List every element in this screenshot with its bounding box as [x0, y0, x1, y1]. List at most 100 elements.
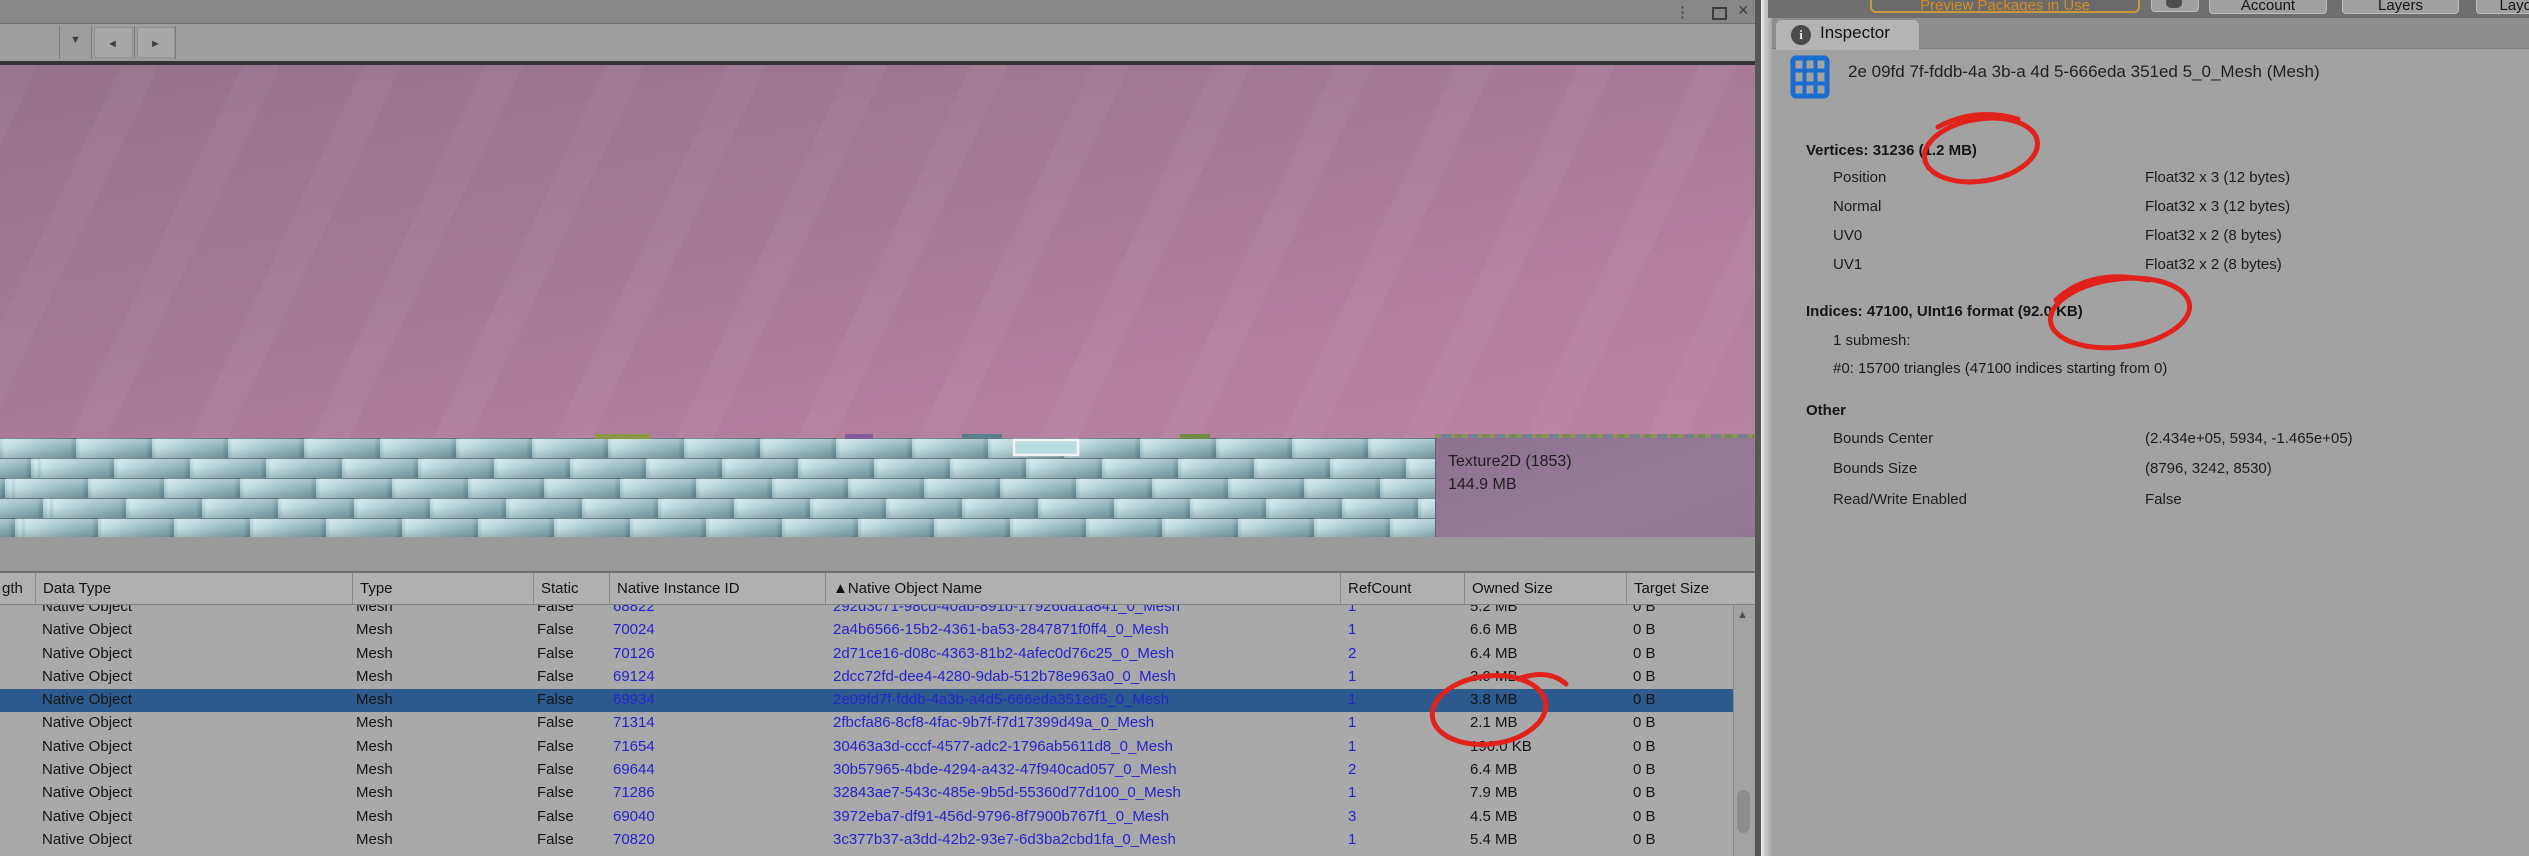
instance-id-link[interactable]: 70126: [613, 645, 818, 662]
texture2d-block-label: Texture2D (1853) 144.9 MB: [1448, 453, 1572, 493]
cloud-account-icon-button[interactable]: [2151, 0, 2199, 12]
table-row[interactable]: Native Object Mesh False 71314 2fbcfa86-…: [0, 712, 1733, 735]
kebab-menu-icon[interactable]: ⋮: [1675, 3, 1690, 23]
cell-ref-count: 2: [1348, 644, 1357, 662]
object-name-link[interactable]: 2d71ce16-d08c-4363-81b2-4afec0d76c25_0_M…: [833, 645, 1333, 662]
layout-button-label: Layout: [2499, 0, 2529, 14]
cell-data-type: Native Object: [42, 667, 133, 685]
instance-id-link[interactable]: 71314: [613, 714, 818, 731]
column-header[interactable]: Static: [533, 573, 609, 604]
layout-button[interactable]: Layout: [2476, 0, 2529, 14]
cell-ref-count: 1: [1348, 691, 1357, 709]
cell-owned-size: 3.9 MB: [1470, 667, 1518, 685]
cell-type: Mesh: [356, 761, 393, 779]
panel-splitter[interactable]: [1761, 0, 1772, 856]
table-row[interactable]: Native Object Mesh False 70820 3c377b37-…: [0, 829, 1733, 852]
object-name-link[interactable]: 3c377b37-a3dd-42b2-93e7-6d3ba2cbd1fa_0_M…: [833, 831, 1333, 848]
inspector-mesh-title: 2e 09fd 7f-fddb-4a 3b-a 4d 5-666eda 351e…: [1848, 62, 2320, 81]
kv-label: Normal: [1833, 198, 1882, 215]
column-header[interactable]: RefCount: [1340, 573, 1464, 604]
cell-target-size: 0 B: [1633, 714, 1656, 732]
table-row[interactable]: Native Object Mesh False 69644 30b57965-…: [0, 759, 1733, 782]
cell-owned-size: 6.4 MB: [1470, 761, 1518, 779]
cell-type: Mesh: [356, 830, 393, 848]
cell-data-type: Native Object: [42, 644, 133, 662]
object-name-link[interactable]: 30463a3d-cccf-4577-adc2-1796ab5611d8_0_M…: [833, 738, 1333, 755]
column-header[interactable]: Owned Size: [1464, 573, 1626, 604]
cell-target-size: 0 B: [1633, 784, 1656, 802]
table-row[interactable]: Native Object Mesh False 70024 2a4b6566-…: [0, 619, 1733, 642]
object-name-link[interactable]: 32843ae7-543c-485e-9b5d-55360d77d100_0_M…: [833, 784, 1333, 801]
memory-treemap-canvas[interactable]: Texture2D (1853) 144.9 MB: [0, 65, 1755, 537]
table-row[interactable]: Native Object Mesh False 70126 2d71ce16-…: [0, 643, 1733, 666]
cell-target-size: 0 B: [1633, 621, 1656, 639]
column-header[interactable]: gth: [0, 573, 35, 604]
object-name-link[interactable]: 30b57965-4bde-4294-a432-47f940cad057_0_M…: [833, 761, 1333, 778]
treemap-small-tile[interactable]: [845, 434, 873, 439]
instance-id-link[interactable]: 69644: [613, 761, 818, 778]
cell-target-size: 0 B: [1633, 737, 1656, 755]
scrollbar-thumb[interactable]: [1737, 790, 1750, 833]
inspector-kv-row: Read/Write Enabled False: [1772, 491, 2529, 509]
cell-ref-count: 1: [1348, 714, 1357, 732]
preview-packages-label: Preview Packages in Use: [1919, 0, 2091, 14]
table-row[interactable]: Native Object Mesh False 69040 3972eba7-…: [0, 806, 1733, 829]
column-header[interactable]: Type: [352, 573, 533, 604]
kv-label: Bounds Center: [1833, 430, 1934, 447]
cell-owned-size: 196.0 KB: [1470, 737, 1532, 755]
column-header[interactable]: Data Type: [35, 573, 352, 604]
object-name-link[interactable]: 2fbcfa86-8cf8-4fac-9b7f-f7d17399d49a_0_M…: [833, 714, 1333, 731]
toolbar-divider: [134, 26, 135, 59]
account-button[interactable]: Account ▾: [2209, 0, 2327, 14]
cell-target-size: 0 B: [1633, 830, 1656, 848]
cell-static: False: [537, 714, 574, 732]
column-header[interactable]: ▲Native Object Name: [825, 573, 1340, 604]
inspector-kv-row: Bounds Size (8796, 3242, 8530): [1772, 460, 2529, 478]
cell-data-type: Native Object: [42, 714, 133, 732]
cell-target-size: 0 B: [1633, 691, 1656, 709]
instance-id-link[interactable]: 70024: [613, 621, 818, 638]
kv-label: Read/Write Enabled: [1833, 491, 1967, 508]
column-header[interactable]: Native Instance ID: [609, 573, 825, 604]
scrollbar-up-icon[interactable]: ▲: [1737, 609, 1748, 621]
forward-button[interactable]: ►: [137, 27, 175, 58]
kv-value: (2.434e+05, 5934, -1.465e+05): [2145, 430, 2353, 447]
treemap-small-tile[interactable]: [962, 434, 1002, 439]
column-header[interactable]: Target Size: [1626, 573, 1733, 604]
object-name-link[interactable]: 2dcc72fd-dee4-4280-9dab-512b78e963a0_0_M…: [833, 668, 1333, 685]
maximize-icon[interactable]: [1712, 7, 1727, 20]
cell-data-type: Native Object: [42, 691, 133, 709]
table-row[interactable]: Native Object Mesh False 69124 2dcc72fd-…: [0, 666, 1733, 689]
table-vertical-scrollbar[interactable]: ▲: [1733, 605, 1754, 856]
preview-packages-button[interactable]: Preview Packages in Use ▾: [1870, 0, 2140, 14]
instance-id-link[interactable]: 69040: [613, 808, 818, 825]
kv-label: Position: [1833, 169, 1887, 186]
table-row[interactable]: Native Object Mesh False 71286 32843ae7-…: [0, 782, 1733, 805]
close-icon[interactable]: ×: [1738, 0, 1749, 20]
object-name-link[interactable]: 3972eba7-df91-456d-9796-8f7900b767f1_0_M…: [833, 808, 1333, 825]
chevron-down-icon: ▾: [2314, 0, 2319, 10]
instance-id-link[interactable]: 70820: [613, 831, 818, 848]
table-row[interactable]: Native Object Mesh False 71654 30463a3d-…: [0, 736, 1733, 759]
tab-inspector[interactable]: i Inspector: [1776, 20, 1919, 50]
dropdown-arrow-button[interactable]: ▼: [70, 34, 81, 46]
cell-data-type: Native Object: [42, 761, 133, 779]
cell-ref-count: 1: [1348, 830, 1357, 848]
treemap-small-tile[interactable]: [1180, 434, 1210, 439]
toolbar-divider: [91, 26, 92, 59]
instance-id-link[interactable]: 71654: [613, 738, 818, 755]
object-name-link[interactable]: 2a4b6566-15b2-4361-ba53-2847871f0ff4_0_M…: [833, 621, 1333, 638]
table-row[interactable]: Native Object Mesh False 69934 2e09fd7f-…: [0, 689, 1733, 713]
object-name-link[interactable]: 2e09fd7f-fddb-4a3b-a4d5-666eda351ed5_0_M…: [833, 691, 1333, 708]
layers-button[interactable]: Layers ▾: [2342, 0, 2459, 14]
instance-id-link[interactable]: 71286: [613, 784, 818, 801]
treemap-small-tile[interactable]: [595, 434, 650, 439]
cell-static: False: [537, 644, 574, 662]
treemap-texture2d-block[interactable]: Texture2D (1853) 144.9 MB: [1435, 438, 1755, 537]
back-button[interactable]: ◄: [94, 27, 133, 58]
instance-id-link[interactable]: 69124: [613, 668, 818, 685]
inspector-kv-row: Normal Float32 x 3 (12 bytes): [1772, 198, 2529, 216]
cell-ref-count: 3: [1348, 807, 1357, 825]
other-header: Other: [1806, 402, 1847, 419]
instance-id-link[interactable]: 69934: [613, 691, 818, 708]
